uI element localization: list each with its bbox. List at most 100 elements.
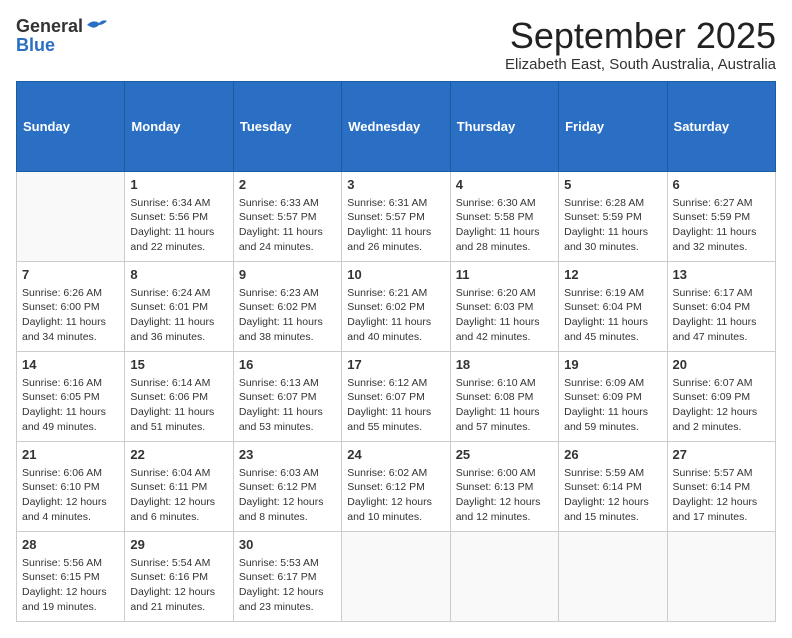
calendar-cell: 25Sunrise: 6:00 AMSunset: 6:13 PMDayligh… <box>450 441 558 531</box>
calendar-cell <box>667 531 775 621</box>
day-number: 29 <box>130 536 227 554</box>
day-number: 5 <box>564 176 661 194</box>
calendar-cell: 26Sunrise: 5:59 AMSunset: 6:14 PMDayligh… <box>559 441 667 531</box>
calendar-cell: 2Sunrise: 6:33 AMSunset: 5:57 PMDaylight… <box>233 171 341 261</box>
day-number: 11 <box>456 266 553 284</box>
day-info: and 10 minutes. <box>347 510 444 525</box>
day-info: Daylight: 11 hours <box>239 225 336 240</box>
day-number: 21 <box>22 446 119 464</box>
day-info: and 22 minutes. <box>130 240 227 255</box>
calendar-cell: 15Sunrise: 6:14 AMSunset: 6:06 PMDayligh… <box>125 351 233 441</box>
calendar-header-thursday: Thursday <box>450 81 558 171</box>
day-info: Sunrise: 6:20 AM <box>456 286 553 301</box>
day-info: Sunset: 6:02 PM <box>239 300 336 315</box>
day-info: Sunset: 6:09 PM <box>564 390 661 405</box>
calendar-cell: 14Sunrise: 6:16 AMSunset: 6:05 PMDayligh… <box>17 351 125 441</box>
day-info: Daylight: 11 hours <box>22 405 119 420</box>
day-info: Daylight: 11 hours <box>130 405 227 420</box>
day-info: Sunset: 6:04 PM <box>564 300 661 315</box>
day-info: and 2 minutes. <box>673 420 770 435</box>
day-info: Sunrise: 6:19 AM <box>564 286 661 301</box>
day-info: and 42 minutes. <box>456 330 553 345</box>
day-info: Daylight: 12 hours <box>347 495 444 510</box>
day-info: Sunset: 6:12 PM <box>347 480 444 495</box>
day-info: and 40 minutes. <box>347 330 444 345</box>
calendar-cell: 17Sunrise: 6:12 AMSunset: 6:07 PMDayligh… <box>342 351 450 441</box>
calendar-cell: 7Sunrise: 6:26 AMSunset: 6:00 PMDaylight… <box>17 261 125 351</box>
calendar-cell <box>450 531 558 621</box>
day-info: Daylight: 11 hours <box>564 405 661 420</box>
calendar-cell: 28Sunrise: 5:56 AMSunset: 6:15 PMDayligh… <box>17 531 125 621</box>
day-info: Sunrise: 6:12 AM <box>347 376 444 391</box>
calendar-cell: 3Sunrise: 6:31 AMSunset: 5:57 PMDaylight… <box>342 171 450 261</box>
title-block: September 2025 Elizabeth East, South Aus… <box>505 16 776 73</box>
day-info: and 32 minutes. <box>673 240 770 255</box>
day-info: Sunset: 5:58 PM <box>456 210 553 225</box>
calendar-cell: 20Sunrise: 6:07 AMSunset: 6:09 PMDayligh… <box>667 351 775 441</box>
day-info: Sunset: 6:14 PM <box>564 480 661 495</box>
day-info: Sunset: 6:02 PM <box>347 300 444 315</box>
day-info: Sunset: 5:59 PM <box>564 210 661 225</box>
calendar-cell: 22Sunrise: 6:04 AMSunset: 6:11 PMDayligh… <box>125 441 233 531</box>
calendar-cell <box>17 171 125 261</box>
day-number: 1 <box>130 176 227 194</box>
day-info: Sunset: 6:07 PM <box>239 390 336 405</box>
day-info: Sunrise: 6:28 AM <box>564 196 661 211</box>
logo-general-text: General <box>16 16 83 37</box>
day-info: and 26 minutes. <box>347 240 444 255</box>
day-info: Daylight: 11 hours <box>22 315 119 330</box>
day-info: Daylight: 12 hours <box>22 585 119 600</box>
day-info: Sunset: 6:04 PM <box>673 300 770 315</box>
calendar-week-4: 21Sunrise: 6:06 AMSunset: 6:10 PMDayligh… <box>17 441 776 531</box>
day-number: 28 <box>22 536 119 554</box>
calendar-header-friday: Friday <box>559 81 667 171</box>
day-info: and 55 minutes. <box>347 420 444 435</box>
calendar-cell: 12Sunrise: 6:19 AMSunset: 6:04 PMDayligh… <box>559 261 667 351</box>
page-header: General Blue September 2025 Elizabeth Ea… <box>16 16 776 73</box>
day-info: Daylight: 11 hours <box>130 315 227 330</box>
calendar-cell: 13Sunrise: 6:17 AMSunset: 6:04 PMDayligh… <box>667 261 775 351</box>
day-info: Sunrise: 6:13 AM <box>239 376 336 391</box>
day-info: Sunrise: 5:54 AM <box>130 556 227 571</box>
day-info: and 47 minutes. <box>673 330 770 345</box>
calendar-cell <box>342 531 450 621</box>
calendar-cell: 21Sunrise: 6:06 AMSunset: 6:10 PMDayligh… <box>17 441 125 531</box>
day-number: 10 <box>347 266 444 284</box>
day-info: Daylight: 12 hours <box>22 495 119 510</box>
logo-bird-icon <box>85 17 107 35</box>
calendar-header-tuesday: Tuesday <box>233 81 341 171</box>
day-info: Daylight: 12 hours <box>673 495 770 510</box>
day-info: Daylight: 11 hours <box>347 225 444 240</box>
calendar-table: SundayMondayTuesdayWednesdayThursdayFrid… <box>16 81 776 622</box>
day-info: and 28 minutes. <box>456 240 553 255</box>
day-info: and 21 minutes. <box>130 600 227 615</box>
day-info: Daylight: 12 hours <box>239 495 336 510</box>
calendar-week-1: 1Sunrise: 6:34 AMSunset: 5:56 PMDaylight… <box>17 171 776 261</box>
day-info: Sunset: 6:01 PM <box>130 300 227 315</box>
day-info: Sunset: 6:00 PM <box>22 300 119 315</box>
calendar-header-saturday: Saturday <box>667 81 775 171</box>
month-title: September 2025 <box>505 16 776 56</box>
calendar-week-5: 28Sunrise: 5:56 AMSunset: 6:15 PMDayligh… <box>17 531 776 621</box>
day-number: 19 <box>564 356 661 374</box>
day-info: and 59 minutes. <box>564 420 661 435</box>
day-info: Sunset: 6:15 PM <box>22 570 119 585</box>
day-info: Sunset: 6:07 PM <box>347 390 444 405</box>
calendar-week-2: 7Sunrise: 6:26 AMSunset: 6:00 PMDaylight… <box>17 261 776 351</box>
calendar-cell: 10Sunrise: 6:21 AMSunset: 6:02 PMDayligh… <box>342 261 450 351</box>
day-number: 6 <box>673 176 770 194</box>
day-number: 8 <box>130 266 227 284</box>
day-number: 25 <box>456 446 553 464</box>
calendar-cell: 19Sunrise: 6:09 AMSunset: 6:09 PMDayligh… <box>559 351 667 441</box>
day-info: and 36 minutes. <box>130 330 227 345</box>
logo-blue-text: Blue <box>16 35 55 56</box>
day-info: Sunset: 6:05 PM <box>22 390 119 405</box>
day-info: Sunrise: 6:23 AM <box>239 286 336 301</box>
day-info: Daylight: 11 hours <box>564 225 661 240</box>
day-info: Daylight: 12 hours <box>130 495 227 510</box>
calendar-cell: 4Sunrise: 6:30 AMSunset: 5:58 PMDaylight… <box>450 171 558 261</box>
calendar-cell: 6Sunrise: 6:27 AMSunset: 5:59 PMDaylight… <box>667 171 775 261</box>
day-info: Sunset: 5:57 PM <box>347 210 444 225</box>
day-info: and 57 minutes. <box>456 420 553 435</box>
calendar-header-monday: Monday <box>125 81 233 171</box>
